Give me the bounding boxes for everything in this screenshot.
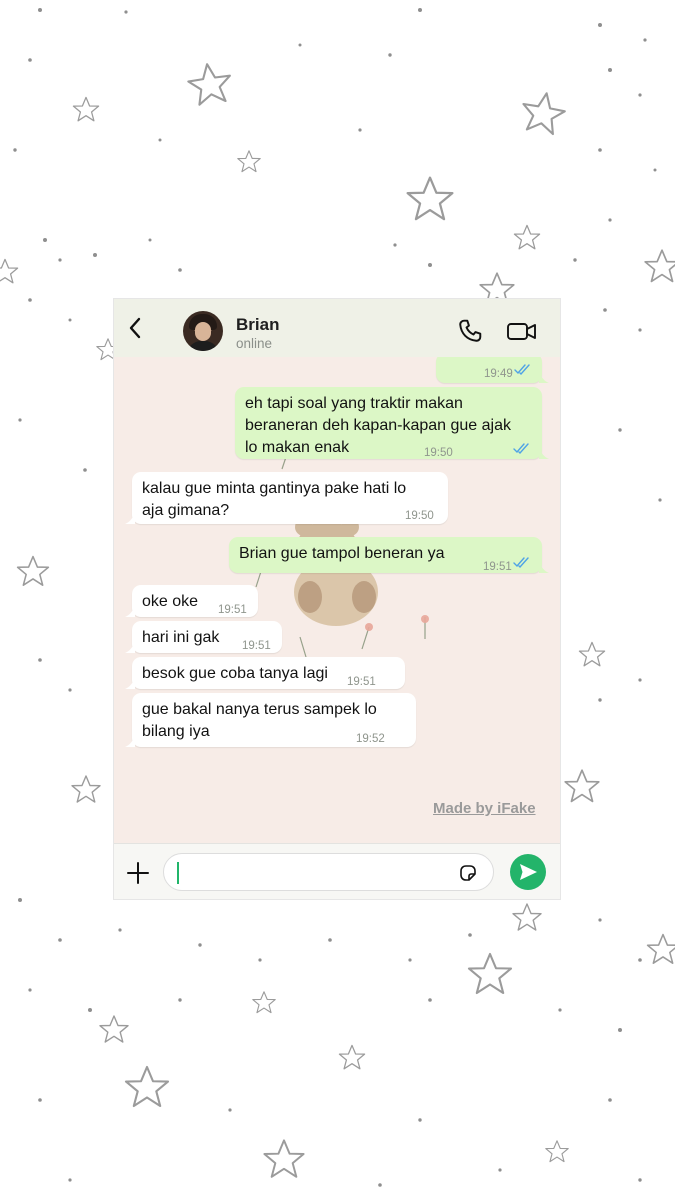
send-button[interactable] xyxy=(510,854,546,890)
message-text: besok gue coba tanya lagi xyxy=(142,665,328,682)
message-text: oke oke xyxy=(142,593,199,610)
bubble-tail xyxy=(125,512,135,524)
message-time: 19:51 xyxy=(483,561,512,573)
bubble-tail xyxy=(125,677,135,689)
message-time: 19:49 xyxy=(484,368,513,380)
contact-name[interactable]: Brian xyxy=(236,315,279,335)
message-text: kalau gue minta gantinya pake hati lo aj… xyxy=(142,480,407,519)
plus-icon[interactable] xyxy=(126,861,150,885)
message-time: 19:52 xyxy=(356,733,385,745)
incoming-message[interactable]: oke oke 19:51 xyxy=(125,585,258,617)
double-check-icon xyxy=(513,443,529,454)
double-check-icon xyxy=(514,364,530,375)
chat-header: Brian online xyxy=(114,299,560,358)
message-time: 19:51 xyxy=(218,604,247,616)
bubble-tail xyxy=(539,561,549,573)
message-time: 19:50 xyxy=(424,447,453,459)
message-input[interactable] xyxy=(163,853,494,891)
incoming-message[interactable]: gue bakal nanya terus sampek lo bilang i… xyxy=(125,693,416,747)
video-camera-icon[interactable] xyxy=(506,318,538,344)
sticker-icon[interactable] xyxy=(458,863,478,883)
bubble-tail xyxy=(125,641,135,653)
double-check-icon xyxy=(513,557,529,568)
outgoing-message[interactable]: 19:49 xyxy=(436,357,549,383)
bubble-tail xyxy=(539,371,549,383)
message-text: Brian gue tampol beneran ya xyxy=(239,545,445,562)
back-chevron-icon[interactable] xyxy=(124,316,148,340)
avatar[interactable] xyxy=(183,311,223,351)
contact-status: online xyxy=(236,336,273,351)
incoming-message[interactable]: kalau gue minta gantinya pake hati lo aj… xyxy=(125,472,448,524)
outgoing-message[interactable]: eh tapi soal yang traktir makan beranera… xyxy=(235,387,549,459)
incoming-message[interactable]: hari ini gak 19:51 xyxy=(125,621,282,653)
text-caret xyxy=(177,862,179,884)
message-time: 19:51 xyxy=(347,676,376,688)
message-text: gue bakal nanya terus sampek lo bilang i… xyxy=(142,701,377,740)
message-time: 19:51 xyxy=(242,640,271,652)
message-time: 19:50 xyxy=(405,510,434,522)
bubble-tail xyxy=(125,605,135,617)
chat-screen: Brian online 19:49 eh tapi soal yang tra… xyxy=(114,299,560,899)
message-list[interactable]: 19:49 eh tapi soal yang traktir makan ber… xyxy=(114,357,560,843)
bubble-tail xyxy=(125,735,135,747)
message-text: eh tapi soal yang traktir makan beranera… xyxy=(245,395,511,456)
outgoing-message[interactable]: Brian gue tampol beneran ya 19:51 xyxy=(229,537,549,573)
composer-bar xyxy=(114,843,560,899)
incoming-message[interactable]: besok gue coba tanya lagi 19:51 xyxy=(125,657,405,689)
watermark-label: Made by iFake xyxy=(433,800,536,817)
message-text: hari ini gak xyxy=(142,629,220,646)
bubble-tail xyxy=(539,447,549,459)
phone-icon[interactable] xyxy=(457,318,483,344)
send-icon xyxy=(520,864,537,880)
